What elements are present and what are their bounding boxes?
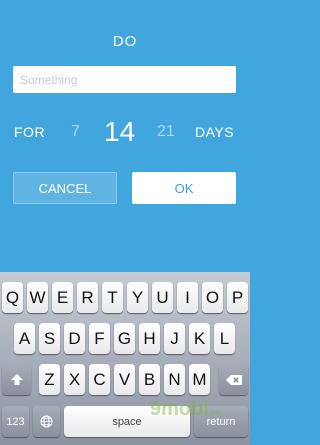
key-x[interactable]: X: [64, 364, 85, 395]
key-c[interactable]: C: [89, 364, 110, 395]
duration-option-14-selected[interactable]: 14: [104, 112, 135, 152]
duration-option-7[interactable]: 7: [71, 112, 80, 152]
key-k[interactable]: K: [189, 323, 210, 354]
shift-key[interactable]: [2, 364, 31, 395]
return-key[interactable]: return: [194, 406, 248, 437]
globe-key[interactable]: [33, 406, 60, 437]
key-j[interactable]: J: [164, 323, 185, 354]
key-i[interactable]: I: [177, 282, 198, 313]
space-key[interactable]: space: [64, 406, 190, 437]
key-q[interactable]: Q: [2, 282, 23, 313]
ok-button[interactable]: OK: [132, 172, 236, 204]
key-m[interactable]: M: [189, 364, 210, 395]
key-s[interactable]: S: [39, 323, 60, 354]
key-a[interactable]: A: [14, 323, 35, 354]
key-f[interactable]: F: [89, 323, 110, 354]
keyboard: Q W E R T Y U I O P A S D F G H J K L Z …: [0, 272, 250, 445]
key-w[interactable]: W: [27, 282, 48, 313]
key-u[interactable]: U: [152, 282, 173, 313]
key-h[interactable]: H: [139, 323, 160, 354]
key-v[interactable]: V: [114, 364, 135, 395]
shift-arrow-icon: [10, 374, 23, 385]
duration-prefix-label: FOR: [14, 124, 46, 140]
cancel-button[interactable]: CANCEL: [13, 172, 117, 204]
duration-suffix-label: DAYS: [195, 124, 235, 140]
key-l[interactable]: L: [214, 323, 235, 354]
duration-option-21[interactable]: 21: [157, 112, 175, 152]
key-b[interactable]: B: [139, 364, 160, 395]
key-g[interactable]: G: [114, 323, 135, 354]
key-o[interactable]: O: [202, 282, 223, 313]
globe-icon: [40, 415, 53, 428]
key-r[interactable]: R: [77, 282, 98, 313]
key-y[interactable]: Y: [127, 282, 148, 313]
task-input[interactable]: [13, 66, 236, 93]
key-t[interactable]: T: [102, 282, 123, 313]
habit-setup-panel: DO FOR 7 14 21 DAYS CANCEL OK: [0, 0, 250, 240]
backspace-key[interactable]: [219, 364, 248, 395]
page-title: DO: [112, 33, 138, 50]
key-z[interactable]: Z: [39, 364, 60, 395]
numbers-key[interactable]: 123: [2, 406, 29, 437]
key-e[interactable]: E: [52, 282, 73, 313]
key-d[interactable]: D: [64, 323, 85, 354]
key-n[interactable]: N: [164, 364, 185, 395]
duration-selector: FOR 7 14 21 DAYS: [0, 112, 250, 152]
backspace-icon: [225, 374, 242, 385]
key-p[interactable]: P: [227, 282, 248, 313]
